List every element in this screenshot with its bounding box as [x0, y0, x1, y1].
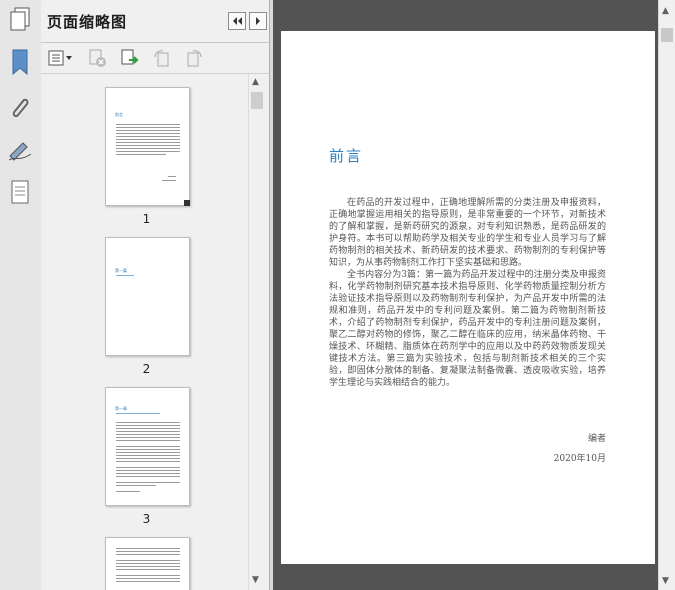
rotate-cw-icon[interactable]: [183, 48, 205, 68]
page-number-label: 3: [142, 512, 151, 526]
scrollbar-thumb[interactable]: [661, 28, 673, 42]
thumbnail-page-3[interactable]: 第一章: [105, 387, 190, 506]
scroll-up-arrow-icon[interactable]: ▲: [252, 77, 259, 87]
attachments-icon[interactable]: [6, 94, 34, 122]
thumbnail-list: 前言 1 第一篇 2 第一章 3: [41, 74, 247, 590]
document-page: 前言 在药品的开发过程中，正确地理解所需的分类注册及申报资料，正确地掌握运用相关…: [281, 31, 655, 564]
navigation-rail: [0, 0, 42, 590]
signatures-icon[interactable]: [6, 136, 34, 164]
thumbnail-heading: 第一篇: [115, 268, 127, 273]
document-view: 前言 在药品的开发过程中，正确地理解所需的分类注册及申报资料，正确地掌握运用相关…: [273, 0, 658, 590]
options-icon[interactable]: [47, 48, 75, 68]
page-number-label: 2: [142, 362, 151, 376]
delete-page-icon[interactable]: [87, 48, 109, 68]
thumbnails-panel: 页面缩略图 前言 1 第一篇 2 第一章 3 ▲ ▼: [41, 0, 269, 590]
insert-page-icon[interactable]: [119, 48, 141, 68]
document-scrollbar[interactable]: ▲ ▼: [658, 0, 675, 590]
scrollbar-thumb[interactable]: [251, 92, 263, 109]
page-thumbnails-icon[interactable]: [6, 5, 34, 33]
paragraph: 在药品的开发过程中，正确地理解所需的分类注册及申报资料，正确地掌握运用相关的指导…: [329, 198, 606, 268]
panel-header: 页面缩略图: [41, 0, 269, 43]
resize-handle[interactable]: [184, 200, 190, 206]
bookmarks-icon[interactable]: [6, 48, 34, 76]
scroll-down-arrow-icon[interactable]: ▼: [252, 575, 259, 585]
right-arrow-icon[interactable]: [249, 12, 267, 30]
thumbnail-page-2[interactable]: 第一篇: [105, 237, 190, 356]
paragraph: 全书内容分为3篇：第一篇为药品开发过程中的注册分类及申报资料，化学药物制剂研究基…: [329, 270, 606, 388]
thumbnail-page-1[interactable]: 前言: [105, 87, 190, 206]
page-body: 在药品的开发过程中，正确地理解所需的分类注册及申报资料，正确地掌握运用相关的指导…: [329, 197, 606, 389]
signature: 编者: [587, 434, 606, 444]
content-icon[interactable]: [6, 178, 34, 206]
thumbnail-heading: 第一章: [115, 406, 127, 411]
thumbnail-page-4[interactable]: [105, 537, 190, 590]
thumbnails-scrollbar[interactable]: ▲ ▼: [248, 74, 266, 590]
scroll-down-arrow-icon[interactable]: ▼: [662, 576, 669, 586]
thumbnails-toolbar: [41, 43, 269, 74]
double-left-arrow-icon[interactable]: [228, 12, 246, 30]
page-number-label: 1: [142, 212, 151, 226]
rotate-ccw-icon[interactable]: [151, 48, 173, 68]
panel-title: 页面缩略图: [47, 13, 128, 31]
scroll-up-arrow-icon[interactable]: ▲: [662, 6, 669, 16]
signature-date: 2020年10月: [553, 454, 606, 464]
thumbnail-heading: 前言: [115, 112, 123, 117]
page-heading: 前言: [329, 147, 364, 165]
